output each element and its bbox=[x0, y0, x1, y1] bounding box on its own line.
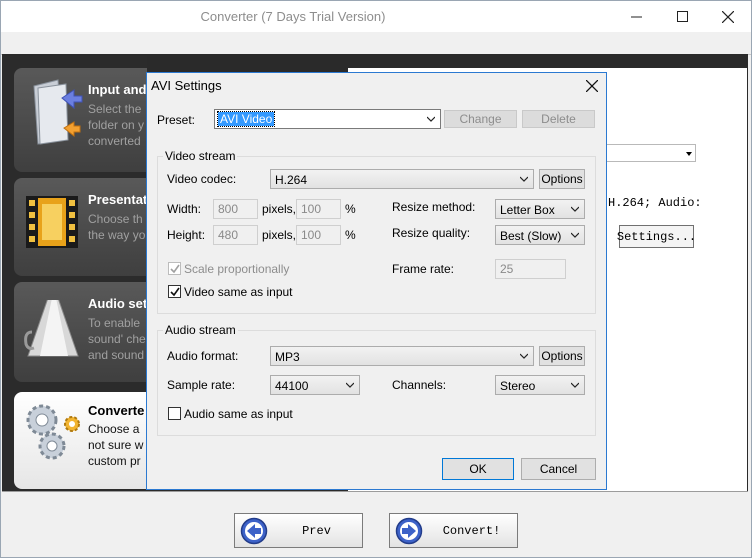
dialog-title: AVI Settings bbox=[151, 78, 222, 93]
height-percent-sign: % bbox=[345, 228, 356, 242]
step-audio-title: Audio set bbox=[88, 296, 147, 311]
audio-format-select[interactable]: MP3 bbox=[270, 346, 534, 366]
checkmark-icon bbox=[170, 287, 180, 297]
folder-icon bbox=[33, 79, 83, 145]
preset-label: Preset: bbox=[157, 113, 196, 127]
video-options-button[interactable]: Options bbox=[539, 169, 585, 189]
height-label: Height: bbox=[167, 228, 206, 242]
resize-quality-value: Best (Slow) bbox=[500, 229, 562, 243]
prev-button[interactable]: Prev bbox=[234, 513, 363, 548]
height-percent-input[interactable]: 100 bbox=[296, 225, 341, 245]
resize-method-label: Resize method: bbox=[392, 200, 476, 214]
resize-quality-label: Resize quality: bbox=[392, 226, 471, 240]
resize-method-value: Letter Box bbox=[500, 203, 555, 217]
bottom-bar bbox=[2, 491, 748, 554]
audio-format-label: Audio format: bbox=[167, 349, 239, 363]
codec-summary: H.264; Audio: bbox=[608, 196, 702, 210]
preset-select[interactable]: AVI Video bbox=[214, 109, 441, 129]
close-icon bbox=[585, 79, 599, 93]
chevron-down-icon bbox=[427, 116, 435, 122]
video-same-as-input-checkbox[interactable] bbox=[168, 285, 181, 298]
prev-label: Prev bbox=[302, 524, 331, 538]
height-px-input[interactable]: 480 bbox=[213, 225, 258, 245]
preset-value: AVI Video bbox=[216, 111, 276, 127]
minimize-icon bbox=[630, 16, 642, 18]
step-converter-title: Converte bbox=[88, 403, 145, 418]
window-title: Converter (7 Days Trial Version) bbox=[200, 9, 386, 24]
width-label: Width: bbox=[167, 202, 202, 216]
delete-button[interactable]: Delete bbox=[522, 110, 595, 128]
film-strip-icon bbox=[26, 196, 78, 248]
convert-label: Convert! bbox=[442, 524, 501, 538]
scale-proportionally-label: Scale proportionally bbox=[184, 262, 290, 276]
video-codec-value: H.264 bbox=[275, 173, 308, 187]
resize-quality-select[interactable]: Best (Slow) bbox=[495, 225, 585, 245]
step-converter[interactable]: Converte Choose a not sure w custom pr bbox=[14, 392, 147, 489]
maximize-button[interactable] bbox=[659, 1, 705, 32]
step-audio-desc: To enable sound' che and sound bbox=[88, 316, 146, 362]
dialog-close-button[interactable] bbox=[585, 74, 599, 97]
sample-rate-value: 44100 bbox=[275, 379, 309, 393]
gears-icon bbox=[26, 404, 80, 460]
chevron-down-icon bbox=[520, 176, 528, 182]
width-px-input[interactable]: 800 bbox=[213, 199, 258, 219]
close-icon bbox=[722, 10, 734, 23]
audio-same-as-input-checkbox[interactable] bbox=[168, 407, 181, 420]
ok-button[interactable]: OK bbox=[442, 458, 514, 480]
convert-button[interactable]: Convert! bbox=[389, 513, 518, 548]
minimize-button[interactable] bbox=[613, 1, 659, 32]
height-pixels-label: pixels, bbox=[262, 228, 297, 242]
channels-label: Channels: bbox=[392, 378, 447, 392]
arrow-left-icon bbox=[240, 517, 268, 545]
step-input[interactable]: Input and Select the folder on y converted bbox=[14, 68, 147, 172]
arrow-right-icon bbox=[395, 517, 423, 545]
audio-options-button[interactable]: Options bbox=[539, 346, 585, 366]
video-same-as-input-label: Video same as input bbox=[184, 285, 293, 299]
channels-select[interactable]: Stereo bbox=[495, 375, 585, 395]
audio-stream-label: Audio stream bbox=[163, 323, 238, 337]
close-button[interactable] bbox=[705, 1, 751, 32]
settings-button[interactable]: Settings... bbox=[617, 225, 696, 248]
step-audio[interactable]: Audio set To enable sound' che and sound bbox=[14, 282, 147, 382]
avi-settings-dialog: AVI Settings Preset: AVI Video Change De… bbox=[146, 72, 607, 490]
step-presentation-title: Presentat bbox=[88, 192, 147, 207]
frame-rate-label: Frame rate: bbox=[392, 262, 455, 276]
sample-rate-label: Sample rate: bbox=[167, 378, 236, 392]
step-input-desc: Select the folder on y converted bbox=[88, 102, 145, 148]
chevron-down-icon bbox=[571, 206, 579, 212]
step-converter-desc: Choose a not sure w custom pr bbox=[88, 422, 144, 468]
channels-value: Stereo bbox=[500, 379, 536, 393]
converter-profile-combo[interactable] bbox=[603, 144, 696, 162]
audio-format-value: MP3 bbox=[275, 350, 300, 364]
chevron-down-icon bbox=[571, 382, 579, 388]
sample-rate-select[interactable]: 44100 bbox=[270, 375, 360, 395]
audio-same-as-input-label: Audio same as input bbox=[184, 407, 293, 421]
cancel-button[interactable]: Cancel bbox=[521, 458, 596, 480]
chevron-down-icon bbox=[571, 232, 579, 238]
step-presentation-desc: Choose th the way yo bbox=[88, 212, 146, 242]
menu-strip bbox=[1, 32, 751, 55]
change-button[interactable]: Change bbox=[444, 110, 517, 128]
chevron-down-icon bbox=[346, 382, 354, 388]
width-percent-sign: % bbox=[345, 202, 356, 216]
frame-rate-input[interactable]: 25 bbox=[495, 259, 566, 279]
dropdown-arrow-icon bbox=[686, 152, 692, 156]
megaphone-icon bbox=[24, 294, 79, 357]
title-bar: Converter (7 Days Trial Version) bbox=[1, 1, 751, 32]
scale-proportionally-checkbox[interactable] bbox=[168, 262, 181, 275]
checkmark-icon bbox=[170, 264, 180, 274]
step-presentation[interactable]: Presentat Choose th the way yo bbox=[14, 178, 147, 276]
maximize-icon bbox=[676, 11, 688, 22]
width-pixels-label: pixels, bbox=[262, 202, 297, 216]
video-stream-label: Video stream bbox=[163, 149, 238, 163]
chevron-down-icon bbox=[520, 353, 528, 359]
video-codec-select[interactable]: H.264 bbox=[270, 169, 534, 189]
resize-method-select[interactable]: Letter Box bbox=[495, 199, 585, 219]
step-input-title: Input and bbox=[88, 82, 147, 97]
width-percent-input[interactable]: 100 bbox=[296, 199, 341, 219]
video-codec-label: Video codec: bbox=[167, 172, 237, 186]
